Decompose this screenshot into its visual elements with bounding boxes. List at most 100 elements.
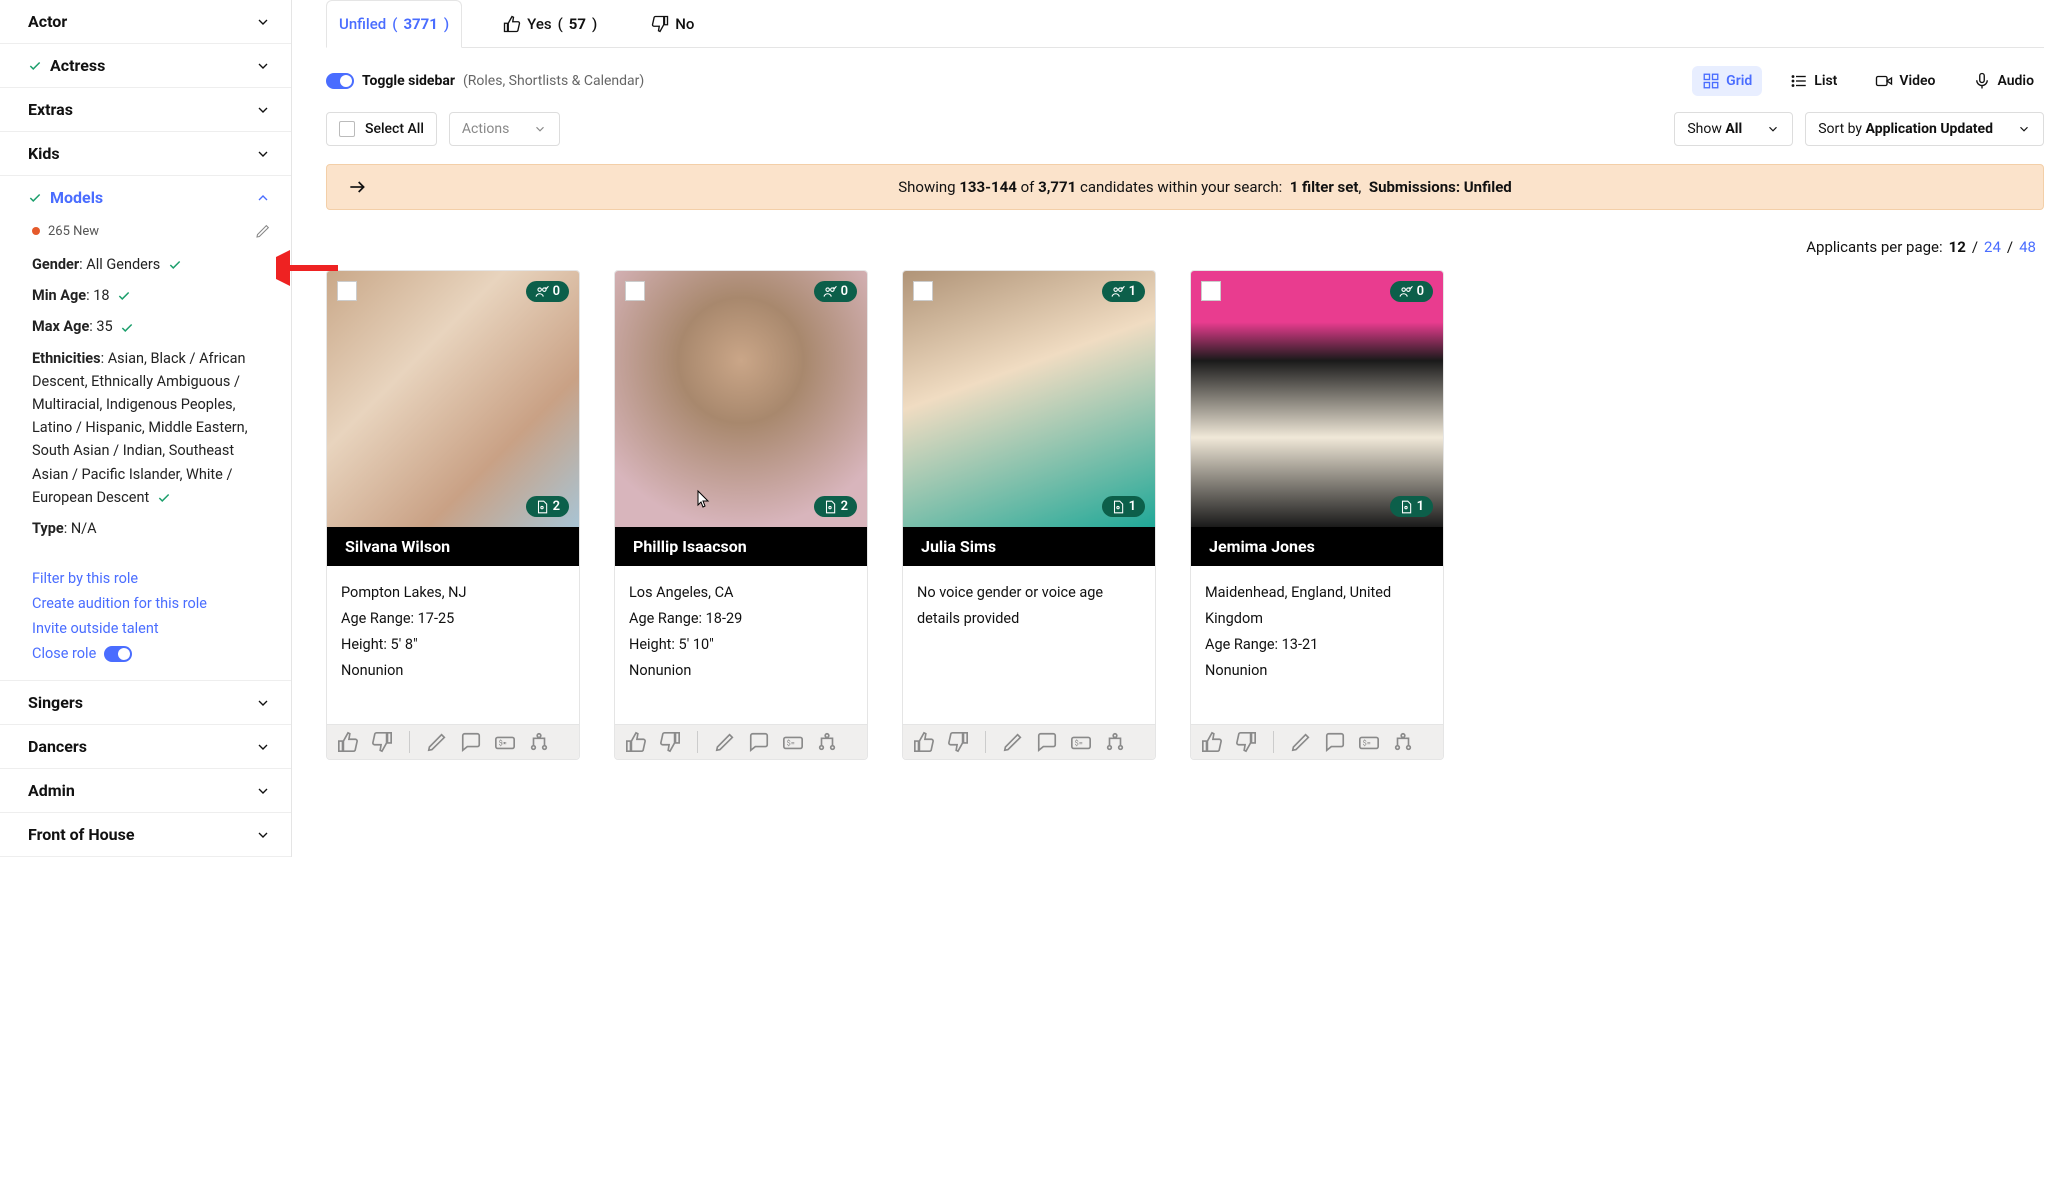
price-icon[interactable]: $= [782, 731, 804, 753]
share-icon[interactable] [1104, 731, 1126, 753]
sort-dropdown[interactable]: Sort by Application Updated [1805, 112, 2044, 146]
sidebar-item-models[interactable]: Models [0, 176, 291, 219]
price-icon[interactable]: $= [1070, 731, 1092, 753]
comment-icon[interactable] [1036, 731, 1058, 753]
share-icon[interactable] [528, 731, 550, 753]
sidebar-item-kids[interactable]: Kids [0, 132, 291, 175]
sidebar-item-actor[interactable]: Actor [0, 0, 291, 43]
chevron-up-icon [255, 190, 271, 206]
svg-text:$=: $= [1075, 739, 1083, 748]
close-role-toggle[interactable] [104, 646, 132, 662]
chevron-down-icon [255, 102, 271, 118]
media-badge: 2 [814, 496, 857, 517]
sidebar-item-actress[interactable]: Actress [0, 44, 291, 87]
comment-icon[interactable] [460, 731, 482, 753]
per-page-48[interactable]: 48 [2019, 238, 2036, 256]
chevron-down-icon [255, 739, 271, 755]
check-icon [117, 289, 131, 303]
people-icon [1399, 285, 1413, 299]
check-icon [168, 258, 182, 272]
share-icon[interactable] [1392, 731, 1414, 753]
status-dot-icon [32, 227, 40, 235]
thumbs-up-icon[interactable] [625, 731, 647, 753]
sidebar-item-foh[interactable]: Front of House [0, 813, 291, 856]
toggle-sidebar-switch[interactable] [326, 73, 354, 89]
show-dropdown[interactable]: Show All [1674, 112, 1793, 146]
edit-icon[interactable] [1002, 731, 1024, 753]
thumbs-down-icon[interactable] [1235, 731, 1257, 753]
view-list-button[interactable]: List [1780, 66, 1847, 96]
edit-icon[interactable] [1290, 731, 1312, 753]
edit-icon[interactable] [714, 731, 736, 753]
people-icon [1111, 285, 1125, 299]
thumbs-down-icon[interactable] [947, 731, 969, 753]
edit-icon[interactable] [255, 223, 271, 239]
chevron-down-icon [255, 14, 271, 30]
per-page-12[interactable]: 12 [1949, 238, 1966, 256]
arrow-right-icon[interactable] [347, 177, 367, 197]
price-icon[interactable]: $= [494, 731, 516, 753]
role-filters: Gender: All Genders Min Age: 18 Max Age:… [0, 249, 291, 556]
main-content: Unfiled (3771) Yes (57) No Toggle sideba… [292, 0, 2052, 857]
filter-max-age: Max Age: 35 [32, 311, 271, 342]
actions-dropdown[interactable]: Actions [449, 112, 560, 146]
tab-unfiled[interactable]: Unfiled (3771) [326, 0, 462, 48]
edit-icon[interactable] [426, 731, 448, 753]
document-icon [823, 500, 837, 514]
create-audition-link[interactable]: Create audition for this role [32, 591, 271, 616]
applicant-details: Maidenhead, England, United Kingdom Age … [1191, 566, 1443, 724]
grid-icon [1702, 72, 1720, 90]
filter-by-role-link[interactable]: Filter by this role [32, 566, 271, 591]
applicant-name: Julia Sims [903, 527, 1155, 566]
card-checkbox[interactable] [625, 281, 645, 301]
role-label: Actor [28, 12, 67, 31]
thumbs-down-icon[interactable] [371, 731, 393, 753]
applicant-card[interactable]: 0 2 Phillip Isaacson Los Angeles, CA Age… [614, 270, 868, 760]
people-icon [823, 285, 837, 299]
sidebar-item-extras[interactable]: Extras [0, 88, 291, 131]
card-checkbox[interactable] [913, 281, 933, 301]
chevron-down-icon [2017, 122, 2031, 136]
applicant-card[interactable]: 0 2 Silvana Wilson Pompton Lakes, NJ Age… [326, 270, 580, 760]
card-actions: $= [615, 724, 867, 759]
view-audio-button[interactable]: Audio [1963, 66, 2044, 96]
share-icon[interactable] [816, 731, 838, 753]
view-grid-button[interactable]: Grid [1692, 66, 1762, 96]
document-icon [1111, 500, 1125, 514]
filter-min-age: Min Age: 18 [32, 280, 271, 311]
close-role-link[interactable]: Close role [32, 641, 271, 666]
view-video-button[interactable]: Video [1865, 66, 1945, 96]
role-label: Dancers [28, 737, 87, 756]
thumbs-up-icon[interactable] [1201, 731, 1223, 753]
svg-text:$=: $= [1363, 739, 1371, 748]
tab-yes[interactable]: Yes (57) [490, 0, 610, 47]
thumbs-up-icon[interactable] [913, 731, 935, 753]
sidebar-item-singers[interactable]: Singers [0, 681, 291, 724]
media-badge: 1 [1102, 496, 1145, 517]
price-icon[interactable]: $= [1358, 731, 1380, 753]
applicant-photo: 1 1 [903, 271, 1155, 527]
comment-icon[interactable] [748, 731, 770, 753]
applicant-photo: 0 1 [1191, 271, 1443, 527]
check-icon [28, 59, 42, 73]
applicant-details: Pompton Lakes, NJ Age Range: 17-25 Heigh… [327, 566, 579, 724]
applicant-card[interactable]: 1 1 Julia Sims No voice gender or voice … [902, 270, 1156, 760]
per-page-24[interactable]: 24 [1984, 238, 2001, 256]
tab-no[interactable]: No [638, 0, 707, 47]
card-checkbox[interactable] [1201, 281, 1221, 301]
sidebar-item-dancers[interactable]: Dancers [0, 725, 291, 768]
select-all-checkbox[interactable]: Select All [326, 112, 437, 146]
applicant-details: No voice gender or voice age details pro… [903, 566, 1155, 724]
role-label: Front of House [28, 825, 134, 844]
thumbs-up-icon[interactable] [337, 731, 359, 753]
chevron-down-icon [255, 827, 271, 843]
invite-talent-link[interactable]: Invite outside talent [32, 616, 271, 641]
new-count: 265 New [48, 224, 99, 239]
thumbs-down-icon[interactable] [659, 731, 681, 753]
card-checkbox[interactable] [337, 281, 357, 301]
comment-icon[interactable] [1324, 731, 1346, 753]
card-actions: $= [1191, 724, 1443, 759]
sidebar-item-admin[interactable]: Admin [0, 769, 291, 812]
applicant-card[interactable]: 0 1 Jemima Jones Maidenhead, England, Un… [1190, 270, 1444, 760]
toggle-sidebar-hint: (Roles, Shortlists & Calendar) [463, 73, 644, 89]
